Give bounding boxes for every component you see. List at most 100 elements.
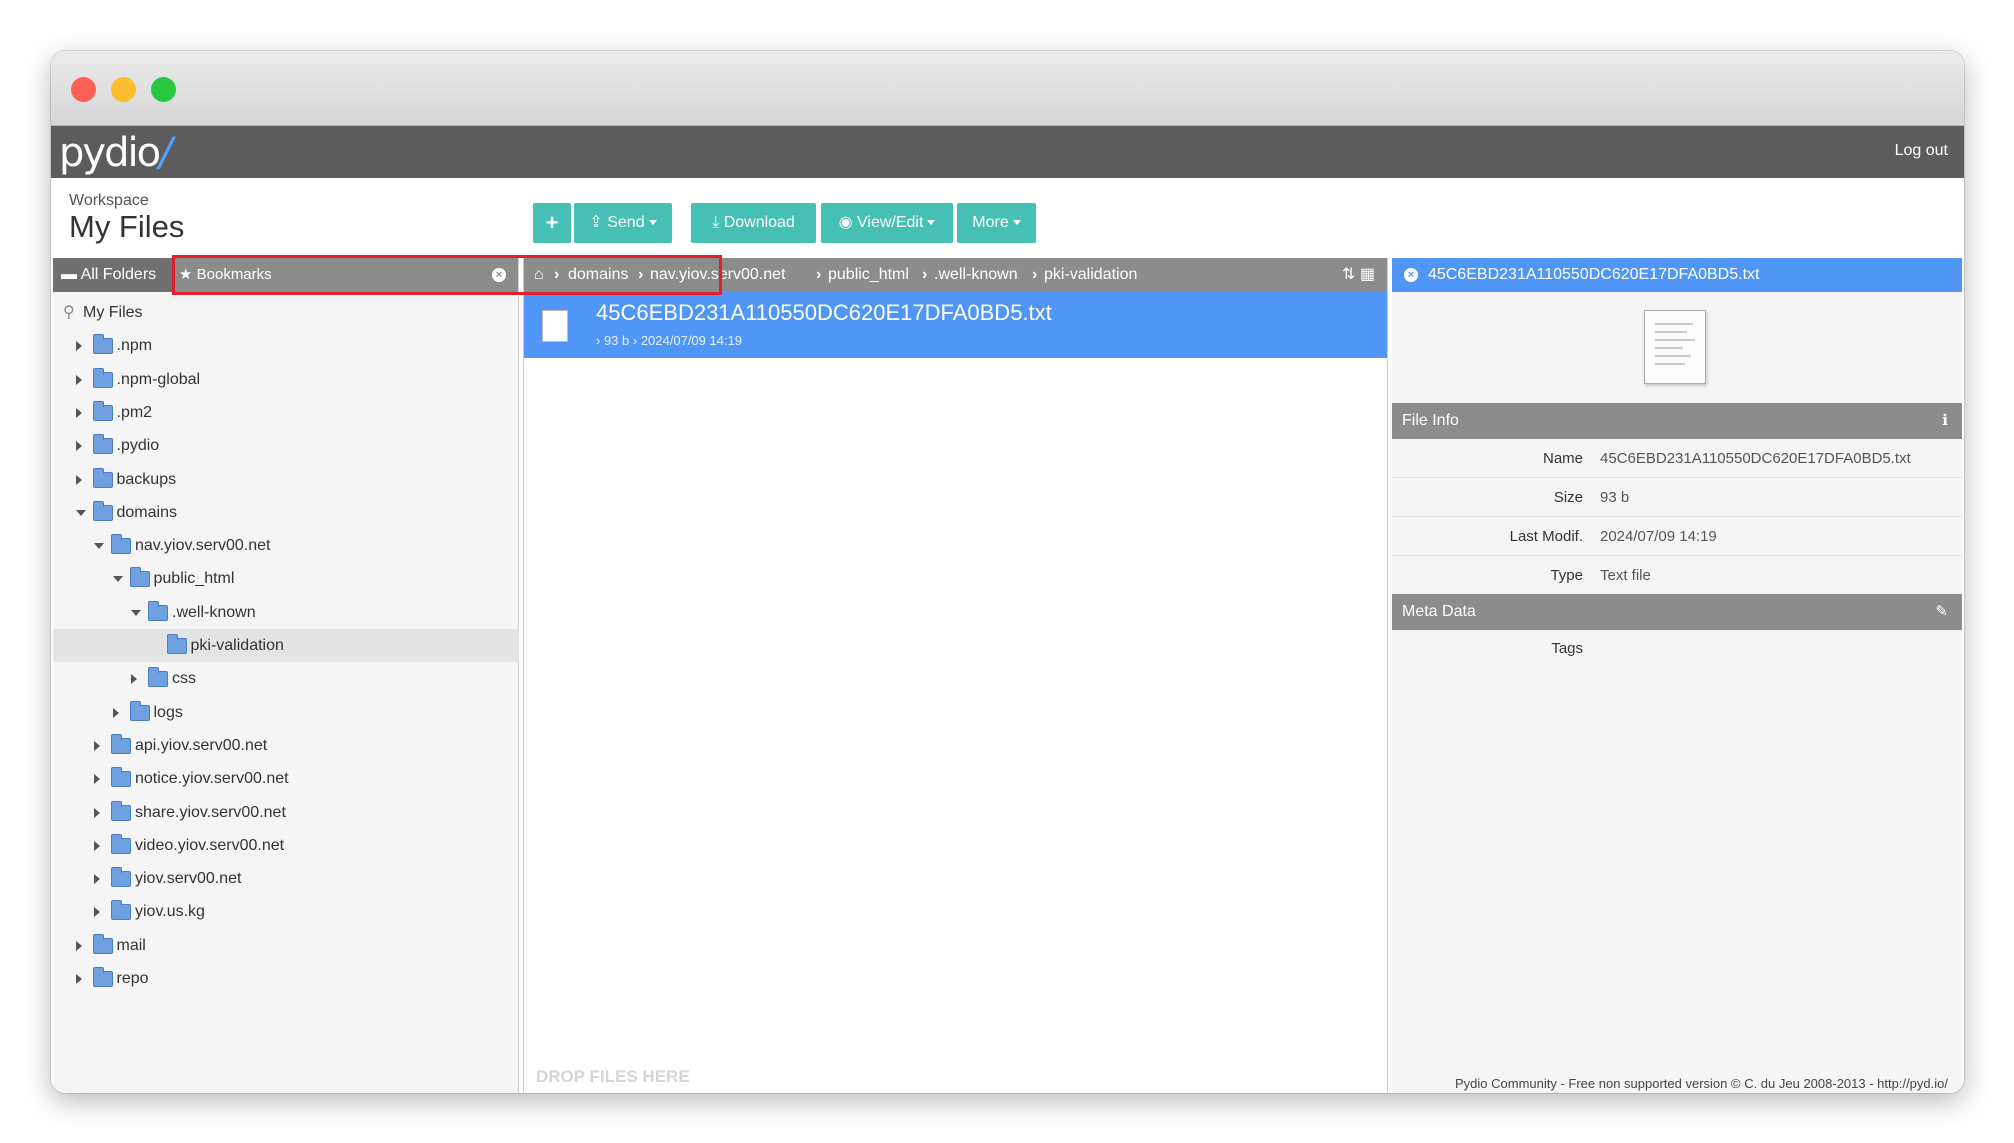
folder-tree-panel: ▬ All Folders ★ Bookmarks × ⚲ My Files .np… bbox=[53, 258, 519, 1093]
eye-icon: ◉ bbox=[838, 214, 857, 231]
chevron-down-icon bbox=[648, 220, 657, 226]
view-mode-icon[interactable]: ▦ bbox=[1360, 266, 1375, 283]
tab-all-folders[interactable]: ▬ All Folders bbox=[53, 258, 175, 292]
chevron-down-icon bbox=[927, 220, 936, 226]
breadcrumb-public-html[interactable]: public_html bbox=[828, 258, 909, 292]
tree-item[interactable]: .pm2 bbox=[53, 396, 519, 429]
top-navbar: pydio/ Log out bbox=[51, 126, 1964, 178]
chevron-right-icon[interactable] bbox=[75, 374, 82, 385]
tree-item[interactable]: logs bbox=[53, 696, 519, 729]
folder-icon bbox=[92, 967, 113, 987]
footer-text: Pydio Community - Free non supported ver… bbox=[1454, 1076, 1948, 1091]
close-window-button[interactable] bbox=[71, 77, 96, 102]
folder-icon bbox=[92, 400, 113, 421]
tree-item[interactable]: repo bbox=[53, 962, 519, 995]
tree-item-label: notice.yiov.serv00.net bbox=[135, 770, 289, 788]
file-size: 93 b bbox=[603, 333, 630, 348]
chevron-right-icon[interactable] bbox=[75, 341, 82, 352]
chevron-down-icon[interactable] bbox=[112, 576, 123, 583]
tree-item[interactable]: pki-validation bbox=[53, 629, 519, 662]
folder-icon bbox=[166, 634, 187, 654]
maximize-window-button[interactable] bbox=[151, 77, 176, 102]
file-list-item[interactable]: 45C6EBD231A110550DC620E17DFA0BD5.txt › 9… bbox=[524, 292, 1387, 358]
tree-item[interactable]: .pydio bbox=[53, 429, 519, 462]
workspace-label: Workspace bbox=[69, 192, 149, 209]
tree-item-label: api.yiov.serv00.net bbox=[135, 736, 268, 754]
property-row: Name 45C6EBD231A110550DC620E17DFA0BD5.txt bbox=[1392, 440, 1962, 478]
tab-all-label: All Folders bbox=[80, 266, 157, 283]
tree-item[interactable]: share.yiov.serv00.net bbox=[53, 796, 519, 829]
file-info-label: File Info bbox=[1402, 412, 1459, 429]
property-row: Last Modif. 2024/07/09 14:19 bbox=[1392, 518, 1962, 556]
download-icon: ⤓ bbox=[712, 214, 724, 231]
chevron-right-icon[interactable] bbox=[112, 707, 119, 718]
sort-view-controls[interactable]: ⇅ ▦ bbox=[1342, 258, 1375, 292]
tree-item[interactable]: public_html bbox=[53, 562, 519, 595]
breadcrumb-well-known[interactable]: .well-known bbox=[934, 258, 1018, 292]
chevron-down-icon[interactable] bbox=[75, 509, 86, 516]
info-icon[interactable]: ℹ bbox=[1942, 403, 1948, 439]
download-button[interactable]: ⤓ Download bbox=[691, 203, 816, 243]
tree-item-label: css bbox=[172, 670, 196, 688]
send-label: Send bbox=[607, 214, 645, 231]
chevron-right-icon[interactable] bbox=[75, 441, 82, 452]
chevron-right-icon[interactable] bbox=[75, 474, 82, 485]
minimize-window-button[interactable] bbox=[111, 77, 136, 102]
chevron-right-icon[interactable] bbox=[94, 874, 100, 885]
breadcrumb-pki-validation[interactable]: pki-validation bbox=[1044, 258, 1137, 292]
chevron-right-icon[interactable] bbox=[131, 674, 137, 685]
file-modified: 2024/07/09 14:19 bbox=[640, 333, 743, 348]
more-button[interactable]: More bbox=[957, 203, 1036, 243]
chevron-right-icon[interactable] bbox=[75, 974, 82, 984]
close-icon[interactable]: × bbox=[1404, 268, 1418, 282]
view-edit-button[interactable]: ◉ View/Edit bbox=[821, 203, 953, 243]
chevron-right-icon[interactable] bbox=[94, 740, 100, 751]
drive-icon: ⚲ bbox=[63, 304, 75, 321]
property-key: Name bbox=[1542, 450, 1583, 467]
chevron-right-icon[interactable] bbox=[75, 940, 82, 951]
tree-item[interactable]: css bbox=[53, 662, 519, 695]
tree-item-label: public_html bbox=[153, 570, 235, 588]
tree-item[interactable]: yiov.us.kg bbox=[53, 895, 519, 928]
chevron-down-icon bbox=[1012, 220, 1021, 226]
tree-item[interactable]: yiov.serv00.net bbox=[53, 862, 519, 895]
tree-item-label: nav.yiov.serv00.net bbox=[135, 537, 271, 555]
add-button-label: + bbox=[545, 210, 559, 235]
tree-item-label: pki-validation bbox=[190, 637, 284, 654]
chevron-right-icon[interactable] bbox=[75, 407, 82, 418]
tree-item[interactable]: nav.yiov.serv00.net bbox=[53, 529, 519, 562]
chevron-right-icon[interactable] bbox=[94, 840, 100, 851]
chevron-right-icon[interactable] bbox=[94, 807, 100, 818]
add-button[interactable]: + bbox=[533, 203, 571, 243]
send-button[interactable]: ⇪ Send bbox=[574, 203, 672, 243]
tags-label: Tags bbox=[1551, 640, 1583, 657]
tree-item[interactable]: api.yiov.serv00.net bbox=[53, 729, 519, 762]
chevron-down-icon[interactable] bbox=[94, 543, 104, 550]
logout-link[interactable]: Log out bbox=[1895, 142, 1948, 160]
chevron-right-icon[interactable] bbox=[94, 774, 100, 785]
chevron-down-icon[interactable] bbox=[131, 609, 141, 616]
file-preview-icon bbox=[1644, 310, 1706, 384]
tree-item[interactable]: domains bbox=[53, 496, 519, 529]
edit-icon[interactable]: ✎ bbox=[1935, 594, 1948, 630]
tree-item[interactable]: notice.yiov.serv00.net bbox=[53, 762, 519, 795]
sort-icon[interactable]: ⇅ bbox=[1342, 266, 1360, 283]
folder-icon bbox=[92, 467, 113, 488]
tree-item[interactable]: .npm-global bbox=[53, 363, 519, 396]
tree-item[interactable]: mail bbox=[53, 929, 519, 962]
tree-item[interactable]: .well-known bbox=[53, 596, 519, 629]
tree-item[interactable]: .npm bbox=[53, 329, 519, 362]
pydio-logo: pydio/ bbox=[59, 130, 173, 176]
file-list-panel: ⌂ › domains › nav.yiov.serv00.net › publ… bbox=[523, 258, 1388, 1093]
tree-item-label: backups bbox=[116, 470, 177, 488]
tree-item-label: logs bbox=[153, 703, 183, 721]
folder-icon bbox=[92, 434, 113, 455]
chevron-right-icon[interactable] bbox=[94, 907, 100, 918]
file-meta: › 93 b › 2024/07/09 14:19 bbox=[596, 333, 743, 348]
tree-item[interactable]: backups bbox=[53, 463, 519, 496]
tree-item[interactable]: ⚲ My Files bbox=[53, 296, 519, 329]
folder-icon bbox=[148, 600, 168, 621]
details-panel: × 45C6EBD231A110550DC620E17DFA0BD5.txt F… bbox=[1392, 258, 1962, 1093]
tree-item[interactable]: video.yiov.serv00.net bbox=[53, 829, 519, 862]
property-key: Size bbox=[1553, 489, 1583, 506]
